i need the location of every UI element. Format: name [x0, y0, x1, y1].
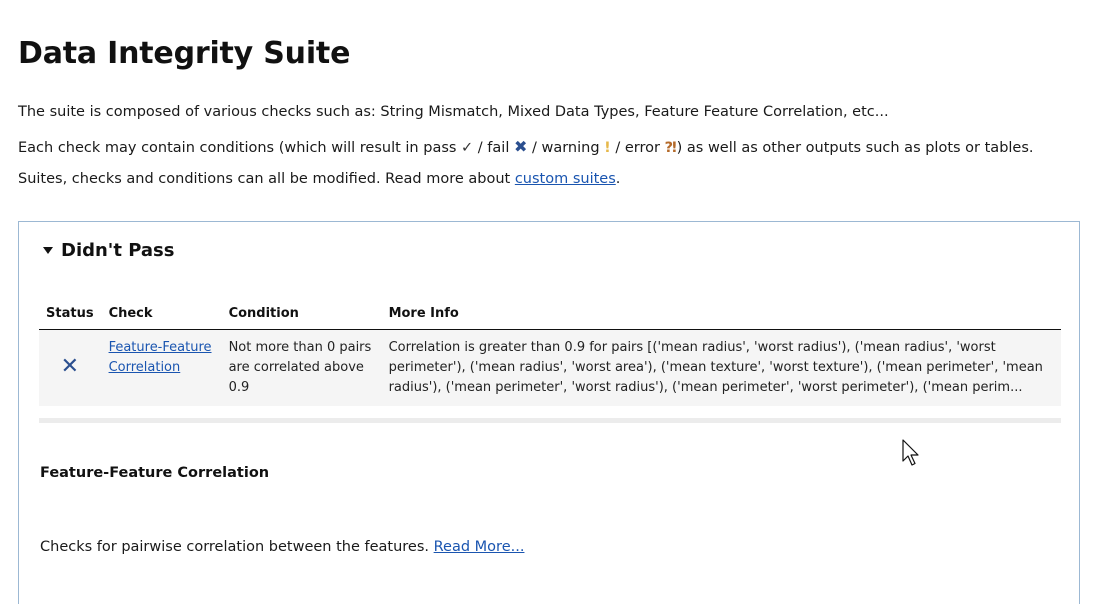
check-detail-description: Checks for pairwise correlation between …: [40, 539, 524, 555]
results-table: Status Check Condition More Info ✕ Featu…: [39, 302, 1061, 406]
check-detail-title: Feature-Feature Correlation: [40, 465, 270, 481]
didnt-pass-toggle[interactable]: Didn't Pass: [43, 240, 174, 261]
check-link[interactable]: Feature-Feature Correlation: [109, 340, 212, 375]
custom-suites-link[interactable]: custom suites: [515, 171, 616, 187]
intro-line-2-text-start: Each check may contain conditions (which…: [18, 140, 462, 156]
warning-exclamation-icon: !: [604, 140, 611, 156]
header-check: Check: [101, 302, 222, 330]
section-title: Didn't Pass: [61, 240, 175, 261]
header-condition: Condition: [221, 302, 382, 330]
status-cell: ✕: [39, 329, 102, 406]
error-interrobang-icon: ⁈: [664, 140, 677, 156]
page-title: Data Integrity Suite: [18, 36, 351, 71]
fail-x-icon: ✖: [513, 137, 528, 156]
fail-status-icon: ✕: [60, 353, 79, 379]
intro-line-1: The suite is composed of various checks …: [18, 104, 889, 120]
report-page: Data Integrity Suite The suite is compos…: [0, 0, 1103, 604]
table-header-row: Status Check Condition More Info: [39, 302, 1061, 330]
results-panel: Didn't Pass Status Check Condition More …: [18, 221, 1080, 604]
check-description-text: Checks for pairwise correlation between …: [40, 539, 434, 555]
intro-line-2-fail-text: / fail: [473, 140, 514, 156]
more-info-cell: Correlation is greater than 0.9 for pair…: [381, 329, 1061, 406]
intro-line-2-error-text: / error: [610, 140, 665, 156]
intro-line-2-text-end: ) as well as other outputs such as plots…: [676, 140, 1034, 156]
check-cell: Feature-Feature Correlation: [101, 329, 222, 406]
intro-line-3-period: .: [615, 171, 621, 187]
read-more-link[interactable]: Read More...: [434, 539, 525, 555]
header-more-info: More Info: [381, 302, 1061, 330]
section-divider: [39, 418, 1061, 423]
intro-line-3-text: Suites, checks and conditions can all be…: [18, 171, 515, 187]
pass-check-icon: ✓: [461, 140, 474, 156]
table-row: ✕ Feature-Feature Correlation Not more t…: [39, 329, 1061, 406]
header-status: Status: [39, 302, 102, 330]
intro-line-2: Each check may contain conditions (which…: [18, 137, 1034, 156]
caret-down-icon: [43, 247, 53, 254]
intro-line-3: Suites, checks and conditions can all be…: [18, 171, 620, 187]
mouse-cursor-icon: [902, 439, 919, 466]
condition-cell: Not more than 0 pairs are correlated abo…: [221, 329, 382, 406]
intro-line-2-warning-text: / warning: [527, 140, 605, 156]
